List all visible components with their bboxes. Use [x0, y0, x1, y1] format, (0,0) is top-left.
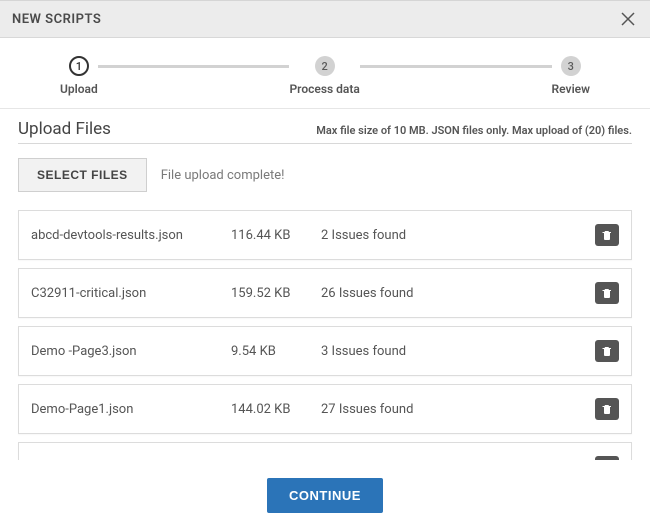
step-label: Process data [289, 82, 359, 96]
upload-title: Upload Files [18, 119, 111, 139]
step-number: 2 [315, 56, 335, 76]
trash-icon[interactable] [595, 340, 619, 362]
file-row: abcd-devtools-results.json116.44 KB2 Iss… [18, 210, 632, 260]
content-area: Upload Files Max file size of 10 MB. JSO… [0, 109, 650, 460]
file-size: 159.52 KB [231, 286, 321, 301]
stepper: 1 Upload 2 Process data 3 Review [0, 38, 650, 109]
file-name: abcd-devtools-results.json [31, 228, 231, 243]
file-size: 144.02 KB [231, 402, 321, 417]
file-name: C32911-critical.json [31, 286, 231, 301]
new-scripts-dialog: NEW SCRIPTS 1 Upload 2 Process data 3 Re… [0, 0, 650, 531]
step-connector [98, 65, 290, 68]
file-row: C32911-critical.json159.52 KB26 Issues f… [18, 268, 632, 318]
step-process: 2 Process data [289, 56, 359, 96]
step-review: 3 Review [552, 56, 590, 96]
step-connector [360, 65, 552, 68]
file-list: abcd-devtools-results.json116.44 KB2 Iss… [18, 210, 632, 460]
file-issues: 27 Issues found [321, 402, 595, 417]
file-issues: 3 Issues found [321, 344, 595, 359]
select-row: SELECT FILES File upload complete! [18, 158, 632, 192]
close-icon[interactable] [618, 9, 638, 29]
dialog-footer: CONTINUE [0, 460, 650, 531]
file-row: Demo-Page2.json118.55 KB4 Issues found [18, 442, 632, 460]
upload-status: File upload complete! [161, 168, 285, 183]
trash-icon[interactable] [595, 398, 619, 420]
step-label: Review [552, 82, 590, 96]
continue-button[interactable]: CONTINUE [267, 478, 383, 513]
trash-icon[interactable] [595, 282, 619, 304]
dialog-title: NEW SCRIPTS [12, 12, 101, 27]
file-name: Demo -Page3.json [31, 344, 231, 359]
file-issues: 2 Issues found [321, 228, 595, 243]
step-upload: 1 Upload [60, 56, 98, 96]
trash-icon[interactable] [595, 224, 619, 246]
upload-hint: Max file size of 10 MB. JSON files only.… [316, 124, 632, 137]
file-size: 9.54 KB [231, 344, 321, 359]
step-label: Upload [60, 82, 98, 96]
step-number: 3 [561, 56, 581, 76]
file-size: 116.44 KB [231, 228, 321, 243]
select-files-button[interactable]: SELECT FILES [18, 158, 147, 192]
file-row: Demo-Page1.json144.02 KB27 Issues found [18, 384, 632, 434]
file-issues: 26 Issues found [321, 286, 595, 301]
file-name: Demo-Page1.json [31, 402, 231, 417]
step-number: 1 [69, 56, 89, 76]
file-row: Demo -Page3.json9.54 KB3 Issues found [18, 326, 632, 376]
upload-header: Upload Files Max file size of 10 MB. JSO… [18, 119, 632, 144]
dialog-header: NEW SCRIPTS [0, 1, 650, 38]
